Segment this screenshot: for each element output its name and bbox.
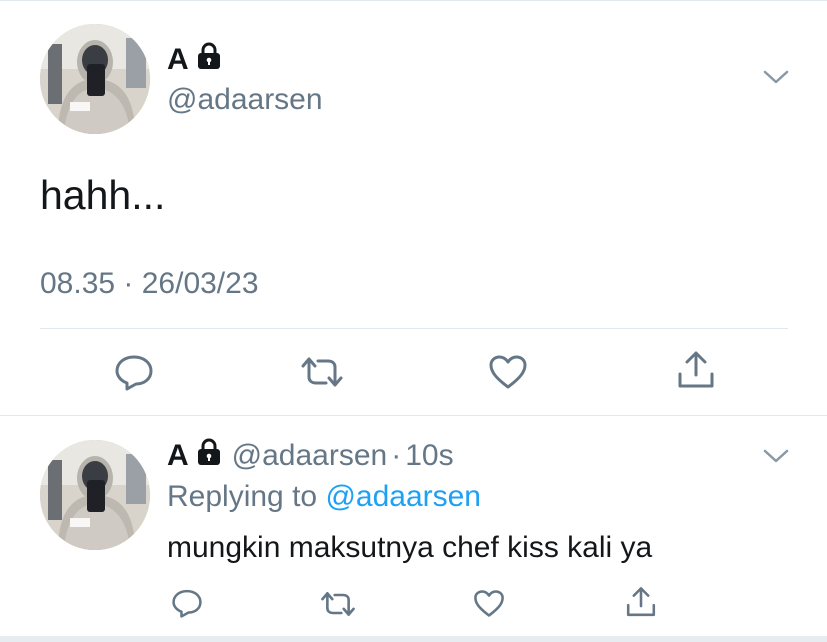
reply-avatar[interactable]	[40, 440, 150, 550]
share-icon[interactable]	[625, 586, 657, 618]
reply-header: A @adaarsen · 10s	[167, 438, 454, 474]
reply-text: mungkin maksutnya chef kiss kali ya	[167, 531, 653, 564]
top-divider	[0, 0, 827, 1]
lock-icon	[196, 438, 222, 474]
lock-icon	[196, 42, 222, 78]
like-icon[interactable]	[473, 589, 505, 618]
chevron-down-icon[interactable]	[762, 67, 790, 87]
replying-prefix: Replying to	[167, 480, 318, 513]
retweet-icon[interactable]	[320, 590, 356, 618]
retweet-icon[interactable]	[300, 355, 344, 389]
replying-to: Replying to @adaarsen	[167, 480, 481, 514]
tweet-divider	[0, 415, 827, 416]
display-name-text: A	[167, 439, 189, 472]
avatar-image	[40, 24, 150, 134]
avatar[interactable]	[40, 24, 150, 134]
reply-username[interactable]: @adaarsen	[232, 439, 388, 473]
replying-handle-link[interactable]: @adaarsen	[325, 480, 481, 513]
like-icon[interactable]	[488, 354, 528, 390]
display-name-text: A	[167, 43, 189, 76]
divider	[40, 328, 788, 329]
avatar-image	[40, 440, 150, 550]
username[interactable]: @adaarsen	[167, 83, 323, 117]
tweet-text: hahh...	[40, 172, 166, 218]
display-name[interactable]: A	[167, 42, 222, 78]
timestamp[interactable]: 08.35 · 26/03/23	[40, 267, 259, 301]
share-icon[interactable]	[676, 350, 716, 390]
reply-icon[interactable]	[114, 353, 154, 391]
reply-display-name[interactable]: A	[167, 438, 222, 474]
bottom-border	[0, 636, 827, 642]
separator-dot: ·	[391, 439, 402, 472]
chevron-down-icon[interactable]	[762, 446, 790, 466]
reply-icon[interactable]	[171, 588, 203, 618]
reply-time[interactable]: 10s	[405, 439, 453, 473]
